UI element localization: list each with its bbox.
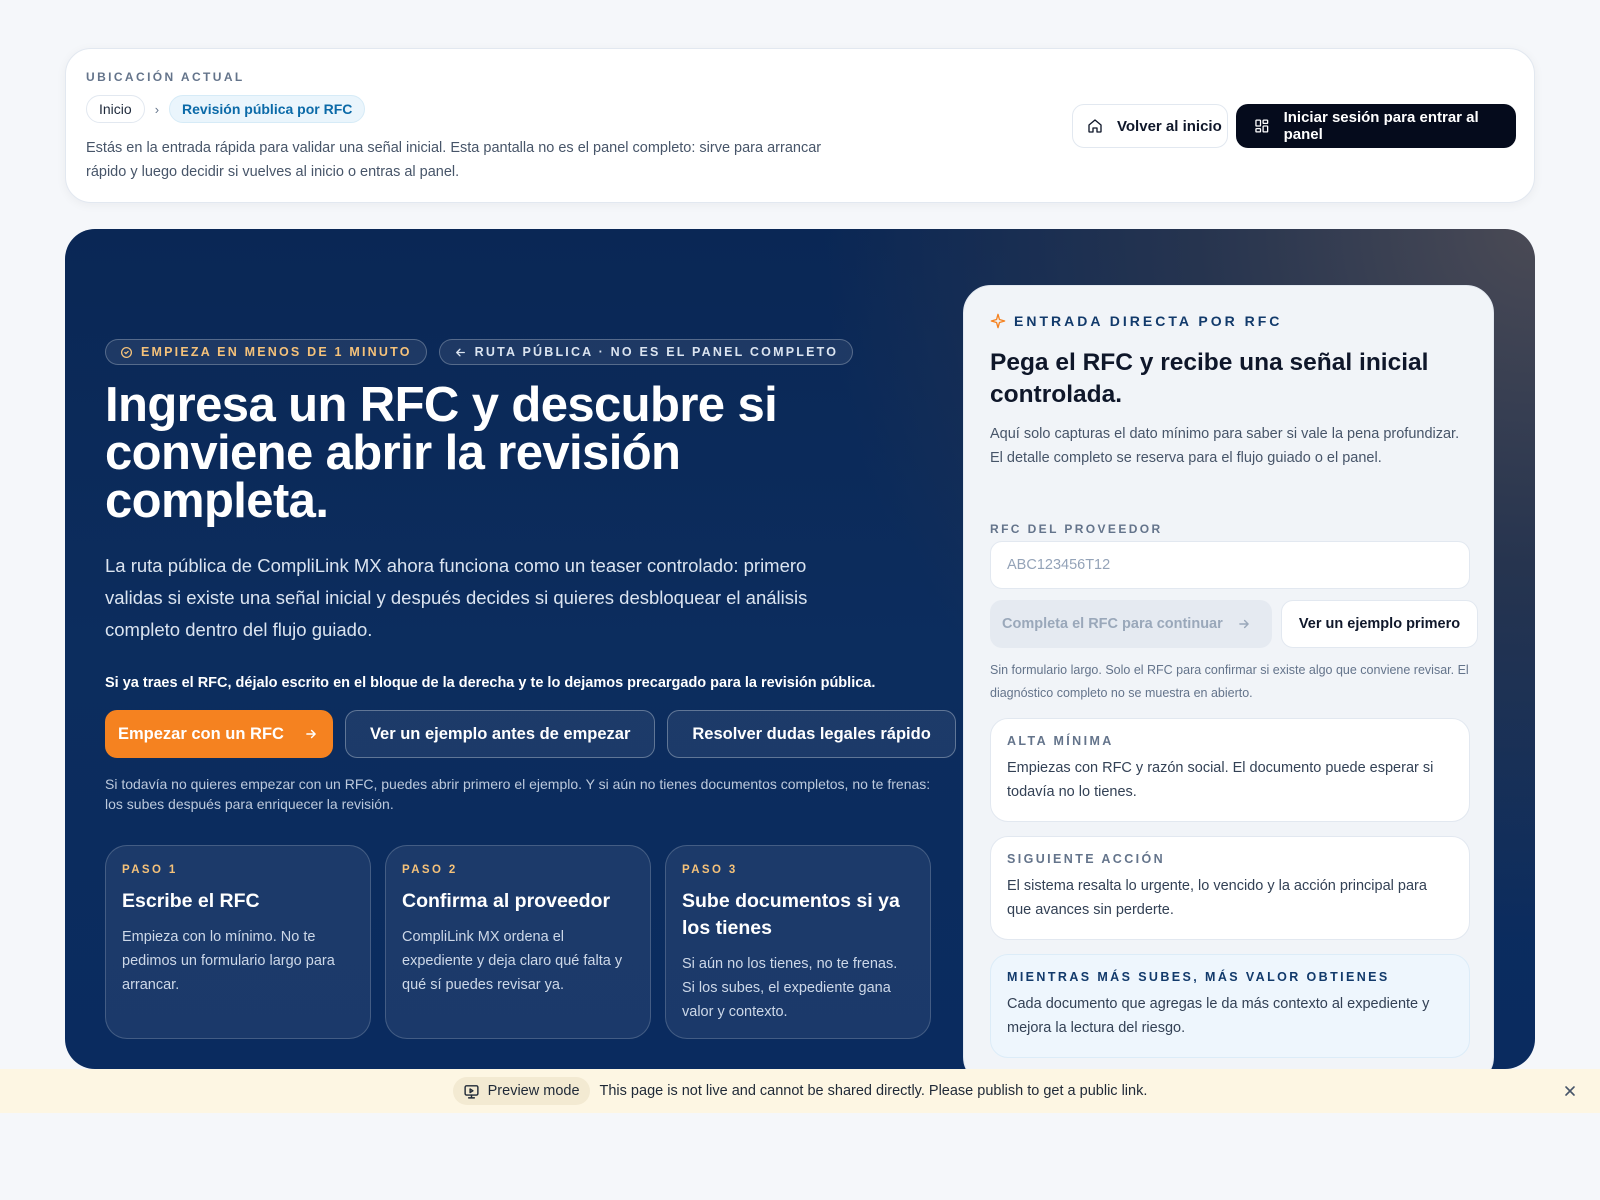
view-example-first-button[interactable]: Ver un ejemplo primero [1281, 600, 1478, 648]
steps-row: PASO 1 Escribe el RFC Empieza con lo mín… [105, 845, 931, 1039]
step-title: Sube documentos si ya los tienes [682, 890, 900, 939]
cta-row: Empezar con un RFC Ver un ejemplo antes … [105, 710, 956, 758]
info-kicker: MIENTRAS MÁS SUBES, MÁS VALOR OBTIENES [1007, 970, 1390, 984]
form-eyebrow-label: ENTRADA DIRECTA POR RFC [1014, 313, 1283, 329]
step-title: Confirma al proveedor [402, 890, 611, 912]
step-kicker: PASO 1 [122, 864, 178, 876]
monitor-play-icon [464, 1084, 479, 1099]
info-description: Empiezas con RFC y razón social. El docu… [1007, 760, 1434, 800]
form-title: Pega el RFC y recibe una señal inicial c… [990, 349, 1429, 408]
page-bottom [0, 1113, 1600, 1200]
continue-button[interactable]: Completa el RFC para continuar [990, 600, 1272, 648]
arrow-right-icon [306, 729, 316, 739]
clock-icon [120, 346, 133, 358]
info-kicker: SIGUIENTE ACCIÓN [1007, 852, 1166, 866]
step-card: PASO 1 Escribe el RFC Empieza con lo mín… [105, 845, 371, 1039]
sparkle-icon [990, 313, 1006, 329]
hero-hint: Si todavía no quieres empezar con un RFC… [105, 776, 931, 812]
arrow-right-icon [1238, 619, 1249, 629]
grid-icon [1255, 119, 1269, 133]
info-kicker: ALTA MÍNIMA [1007, 734, 1114, 748]
step-card: PASO 2 Confirma al proveedor CompliLink … [385, 845, 651, 1039]
hero-title: Ingresa un RFC y descubre si conviene ab… [105, 378, 778, 528]
step-kicker: PASO 3 [682, 864, 738, 876]
info-card-more-value: MIENTRAS MÁS SUBES, MÁS VALOR OBTIENES C… [990, 954, 1470, 1058]
location-eyebrow: UBICACIÓN ACTUAL [86, 70, 245, 84]
info-card-next-action: SIGUIENTE ACCIÓN El sistema resalta lo u… [990, 836, 1470, 940]
info-description: Cada documento que agregas le da más con… [1007, 996, 1430, 1036]
start-rfc-label: Empezar con un RFC [118, 724, 284, 743]
pill-time-label: EMPIEZA EN MENOS DE 1 MINUTO [141, 345, 412, 359]
form-description: Aquí solo capturas el dato mínimo para s… [990, 426, 1460, 466]
arrow-left-icon [455, 348, 465, 356]
login-panel-button[interactable]: Iniciar sesión para entrar al panel [1236, 104, 1516, 148]
step-description: Si aún no los tienes, no te frenas. Si l… [682, 956, 898, 1020]
login-panel-label: Iniciar sesión para entrar al panel [1283, 109, 1479, 143]
home-icon [1088, 119, 1102, 133]
info-description: El sistema resalta lo urgente, lo vencid… [1007, 878, 1427, 918]
continue-label: Completa el RFC para continuar [1002, 616, 1223, 632]
step-card: PASO 3 Sube documentos si ya los tienes … [665, 845, 931, 1039]
preview-banner: Preview mode This page is not live and c… [0, 1069, 1600, 1113]
start-rfc-button[interactable]: Empezar con un RFC [105, 710, 333, 758]
pill-route-label: RUTA PÚBLICA · NO ES EL PANEL COMPLETO [474, 345, 839, 359]
location-description: Estás en la entrada rápida para validar … [86, 140, 822, 180]
breadcrumb: Inicio › Revisión pública por RFC [86, 95, 366, 123]
close-icon[interactable] [1562, 1083, 1578, 1099]
step-title: Escribe el RFC [122, 890, 260, 912]
pill-route: RUTA PÚBLICA · NO ES EL PANEL COMPLETO [438, 339, 854, 365]
preview-message: This page is not live and cannot be shar… [599, 1083, 1148, 1099]
hero-pills: EMPIEZA EN MENOS DE 1 MINUTO RUTA PÚBLIC… [105, 339, 854, 365]
hero-section: EMPIEZA EN MENOS DE 1 MINUTO RUTA PÚBLIC… [65, 229, 1535, 1069]
breadcrumb-home[interactable]: Inicio [86, 95, 145, 123]
breadcrumb-separator: › [154, 101, 160, 117]
rfc-field-label: RFC DEL PROVEEDOR [990, 522, 1163, 536]
view-example-button[interactable]: Ver un ejemplo antes de empezar [344, 710, 656, 758]
back-home-label: Volver al inicio [1117, 117, 1222, 135]
hero-note: Si ya traes el RFC, déjalo escrito en el… [105, 675, 876, 691]
preview-mode-label: Preview mode [487, 1083, 580, 1099]
location-card: UBICACIÓN ACTUAL Inicio › Revisión públi… [65, 48, 1535, 203]
form-footnote: Sin formulario largo. Solo el RFC para c… [990, 663, 1469, 700]
step-kicker: PASO 2 [402, 864, 458, 876]
legal-help-button[interactable]: Resolver dudas legales rápido [667, 710, 956, 758]
step-description: Empieza con lo mínimo. No te pedimos un … [122, 929, 335, 993]
step-description: CompliLink MX ordena el expediente y dej… [402, 929, 623, 993]
rfc-entry-card: ENTRADA DIRECTA POR RFC Pega el RFC y re… [963, 285, 1494, 1069]
info-card-minimum: ALTA MÍNIMA Empiezas con RFC y razón soc… [990, 718, 1470, 822]
rfc-input[interactable] [990, 541, 1470, 589]
breadcrumb-current: Revisión pública por RFC [169, 95, 366, 123]
preview-mode-badge: Preview mode [452, 1077, 590, 1105]
pill-time: EMPIEZA EN MENOS DE 1 MINUTO [105, 339, 427, 365]
back-home-button[interactable]: Volver al inicio [1072, 104, 1228, 148]
hero-lead: La ruta pública de CompliLink MX ahora f… [105, 555, 808, 640]
form-eyebrow: ENTRADA DIRECTA POR RFC [990, 313, 1282, 329]
